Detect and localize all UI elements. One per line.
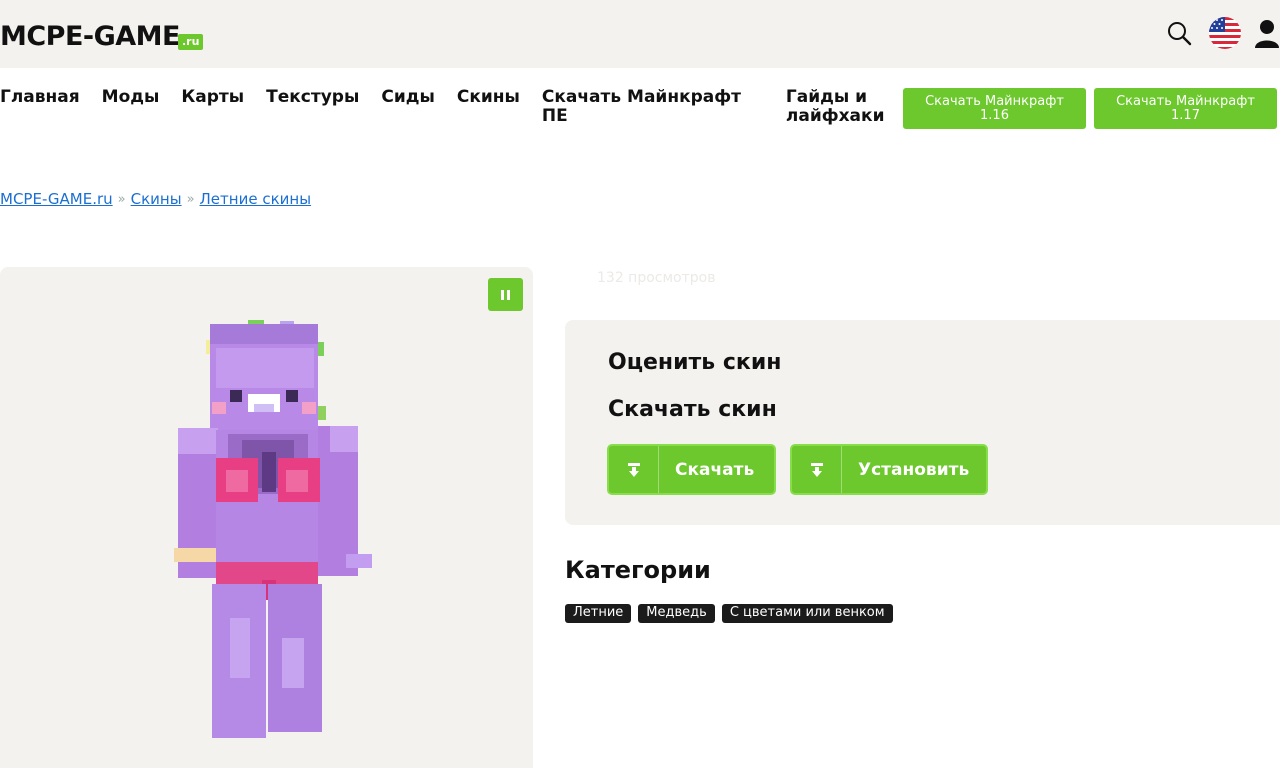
main-nav: Главная Моды Карты Текстуры Сиды Скины С… <box>0 88 918 126</box>
install-icon <box>792 446 842 493</box>
breadcrumb-separator: » <box>117 191 126 207</box>
views-count: 132 просмотров <box>597 270 716 286</box>
category-tags: Летние Медведь С цветами или венком <box>565 604 893 623</box>
nav-maps[interactable]: Карты <box>181 88 244 126</box>
user-icon[interactable] <box>1254 16 1280 50</box>
download-button-version: 1.17 <box>1171 107 1200 123</box>
download-minecraft-117-button[interactable]: Скачать Майнкрафт 1.17 <box>1094 88 1277 129</box>
header-actions <box>1162 16 1280 50</box>
search-icon[interactable] <box>1162 16 1196 50</box>
logo-text: MCPE-GAME <box>0 21 181 52</box>
tag-bear[interactable]: Медведь <box>638 604 715 623</box>
breadcrumb-separator: » <box>186 191 195 207</box>
download-minecraft-116-button[interactable]: Скачать Майнкрафт 1.16 <box>903 88 1086 129</box>
breadcrumb-skins-link[interactable]: Скины <box>131 190 182 208</box>
categories-title: Категории <box>565 556 711 584</box>
nav-seeds[interactable]: Сиды <box>381 88 435 126</box>
breadcrumb: MCPE-GAME.ru » Скины » Летние скины <box>0 190 311 208</box>
nav-home[interactable]: Главная <box>0 88 80 126</box>
download-skin-button[interactable]: Скачать <box>607 444 776 495</box>
nav-skins[interactable]: Скины <box>457 88 520 126</box>
install-skin-button[interactable]: Установить <box>790 444 988 495</box>
rate-skin-title: Оценить скин <box>608 350 782 375</box>
pause-animation-button[interactable] <box>488 278 523 311</box>
nav-download-minecraft-pe[interactable]: Скачать Майнкрафт ПЕ <box>542 88 752 126</box>
download-button-label: Скачать Майнкрафт <box>925 93 1064 109</box>
download-icon <box>609 446 659 493</box>
download-skin-label: Скачать <box>675 459 755 480</box>
site-logo[interactable]: MCPE-GAME .ru <box>0 18 204 52</box>
pause-icon-bar <box>507 289 510 300</box>
pause-icon-bar <box>501 289 504 300</box>
download-skin-title: Скачать скин <box>608 397 777 422</box>
nav-textures[interactable]: Текстуры <box>266 88 359 126</box>
tag-flowers-wreath[interactable]: С цветами или венком <box>721 604 893 623</box>
tag-summer[interactable]: Летние <box>565 604 632 623</box>
install-skin-label: Установить <box>858 459 970 480</box>
breadcrumb-summer-skins-link[interactable]: Летние скины <box>200 190 312 208</box>
download-button-label: Скачать Майнкрафт <box>1116 93 1255 109</box>
language-flag-icon[interactable] <box>1208 16 1242 50</box>
breadcrumb-home-link[interactable]: MCPE-GAME.ru <box>0 190 113 208</box>
nav-mods[interactable]: Моды <box>102 88 160 126</box>
logo-suffix: .ru <box>178 34 204 50</box>
nav-guides[interactable]: Гайды и лайфхаки <box>786 88 896 126</box>
download-button-version: 1.16 <box>980 107 1009 123</box>
skin-render-image[interactable] <box>170 318 380 752</box>
